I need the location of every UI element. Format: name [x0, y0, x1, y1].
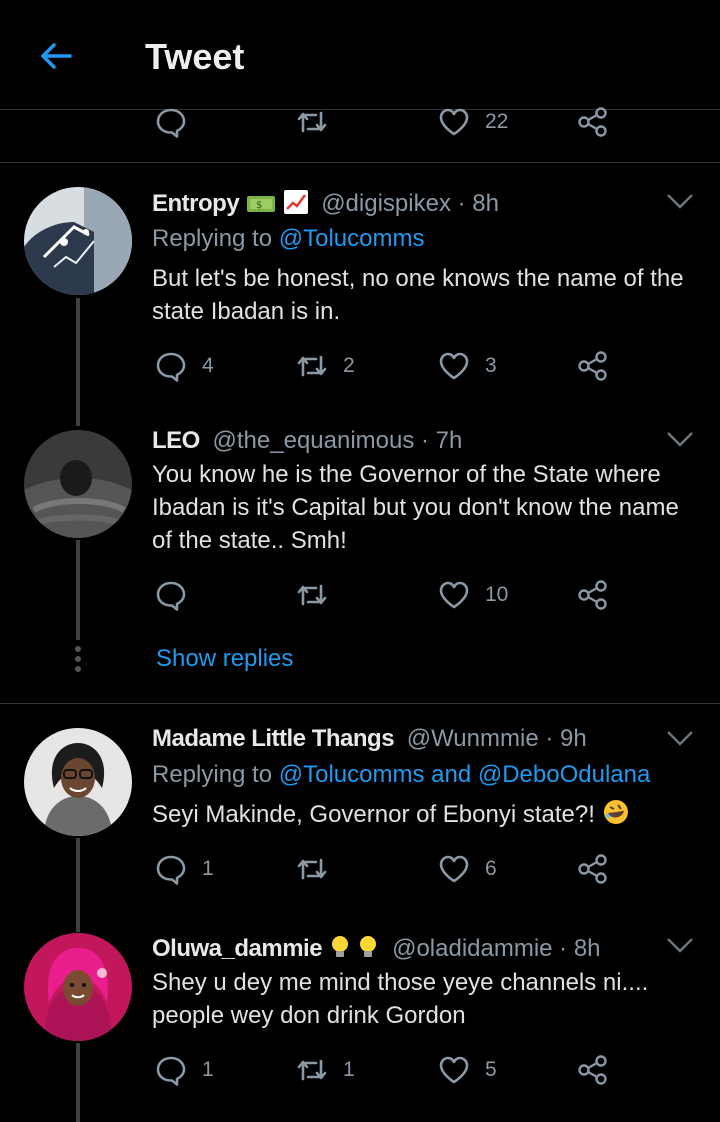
- retweet-button[interactable]: 1: [295, 1050, 355, 1090]
- dollar-banknote-emoji-icon: $: [246, 193, 276, 222]
- tweet-header: Oluwa_dammie @oladidammie · 8h: [152, 934, 601, 967]
- reply-icon: [156, 352, 186, 382]
- tweet-actions: 4 2 3: [152, 346, 622, 386]
- like-button[interactable]: 6: [437, 849, 497, 889]
- like-button[interactable]: 10: [437, 575, 508, 615]
- tweet-actions: 1 6: [152, 849, 622, 889]
- svg-text:$: $: [256, 200, 262, 211]
- reply-button[interactable]: [154, 575, 202, 615]
- tweet-text: Seyi Makinde, Governor of Ebonyi state?!: [152, 798, 692, 835]
- like-button[interactable]: 3: [437, 346, 497, 386]
- chart-increasing-emoji-icon: [283, 189, 309, 222]
- chevron-down-icon[interactable]: [666, 192, 694, 210]
- retweet-icon: [297, 1059, 327, 1081]
- reply-button[interactable]: 1: [154, 849, 214, 889]
- handle-and-time: @oladidammie · 8h: [392, 935, 601, 962]
- avatar[interactable]: [24, 430, 132, 538]
- heart-icon: [439, 855, 469, 883]
- chevron-down-icon[interactable]: [666, 729, 694, 747]
- tweet-text: But let's be honest, no one knows the na…: [152, 265, 684, 325]
- page-title: Tweet: [145, 36, 245, 77]
- retweet-icon: [297, 858, 327, 880]
- display-name[interactable]: Entropy: [152, 190, 240, 217]
- reply-button[interactable]: [154, 102, 202, 142]
- reply-icon: [156, 855, 186, 885]
- rolling-laughing-emoji-icon: [602, 798, 630, 835]
- reply-button[interactable]: 1: [154, 1050, 214, 1090]
- share-button[interactable]: [576, 849, 610, 889]
- heart-icon: [439, 1056, 469, 1084]
- retweet-icon: [297, 111, 327, 133]
- divider: [0, 162, 720, 163]
- heart-icon: [439, 108, 469, 136]
- replying-to: Replying to @Tolucomms: [152, 225, 425, 252]
- reply-icon: [156, 108, 186, 138]
- share-button[interactable]: [576, 1050, 610, 1090]
- tweet-header: LEO @the_equanimous · 7h: [152, 427, 462, 455]
- thread-line: [76, 1043, 80, 1122]
- thread-line: [76, 540, 80, 640]
- reply-icon: [156, 1056, 186, 1086]
- like-button[interactable]: 22: [437, 102, 508, 142]
- show-replies-link[interactable]: Show replies: [156, 645, 293, 673]
- reply-icon: [156, 581, 186, 611]
- handle-and-time: @digispikex · 8h: [321, 190, 499, 217]
- display-name[interactable]: Madame Little Thangs: [152, 725, 395, 752]
- share-button[interactable]: [576, 102, 610, 142]
- tweet-actions-main: 22: [152, 102, 622, 142]
- retweet-icon: [297, 355, 327, 377]
- thread-line: [76, 838, 80, 932]
- retweet-icon: [297, 584, 327, 606]
- handle-and-time: @the_equanimous · 7h: [212, 427, 463, 454]
- chevron-down-icon[interactable]: [666, 936, 694, 954]
- display-name[interactable]: LEO: [152, 427, 200, 454]
- tweet-actions: 1 1 5: [152, 1050, 622, 1090]
- heart-icon: [439, 581, 469, 609]
- tweet-header: Entropy $ @digispikex · 8h: [152, 189, 499, 222]
- retweet-button[interactable]: [295, 102, 343, 142]
- light-bulb-emoji-icon: [329, 934, 351, 967]
- retweet-button[interactable]: [295, 849, 343, 889]
- share-button[interactable]: [576, 346, 610, 386]
- divider: [0, 703, 720, 704]
- tweet-header: Madame Little Thangs @Wunmmie · 9h: [152, 725, 587, 753]
- like-button[interactable]: 5: [437, 1050, 497, 1090]
- share-icon: [578, 854, 607, 884]
- tweet-text: You know he is the Governor of the State…: [152, 461, 679, 554]
- tweet-text: Shey u dey me mind those yeye channels n…: [152, 969, 649, 1029]
- top-app-bar: Tweet: [0, 0, 720, 110]
- mention-link[interactable]: @Tolucomms: [279, 225, 425, 252]
- reply-button[interactable]: 4: [154, 346, 214, 386]
- avatar[interactable]: [24, 187, 132, 295]
- avatar[interactable]: [24, 728, 132, 836]
- display-name[interactable]: Oluwa_dammie: [152, 935, 323, 962]
- share-icon: [578, 351, 607, 381]
- share-icon: [578, 107, 607, 137]
- thread-line: [76, 298, 80, 426]
- avatar[interactable]: [24, 933, 132, 1041]
- replying-to: Replying to @Tolucomms and @DeboOdulana: [152, 761, 651, 788]
- retweet-button[interactable]: 2: [295, 346, 355, 386]
- share-icon: [578, 1055, 607, 1085]
- mention-link[interactable]: @Tolucomms and @DeboOdulana: [279, 761, 651, 788]
- share-button[interactable]: [576, 575, 610, 615]
- back-arrow-icon[interactable]: [36, 36, 76, 76]
- tweet-actions: 10: [152, 575, 622, 615]
- heart-icon: [439, 352, 469, 380]
- share-icon: [578, 580, 607, 610]
- thread-continuation-dots: [74, 646, 82, 676]
- chevron-down-icon[interactable]: [666, 430, 694, 448]
- retweet-button[interactable]: [295, 575, 343, 615]
- handle-and-time: @Wunmmie · 9h: [406, 725, 587, 752]
- light-bulb-emoji-icon: [357, 934, 379, 967]
